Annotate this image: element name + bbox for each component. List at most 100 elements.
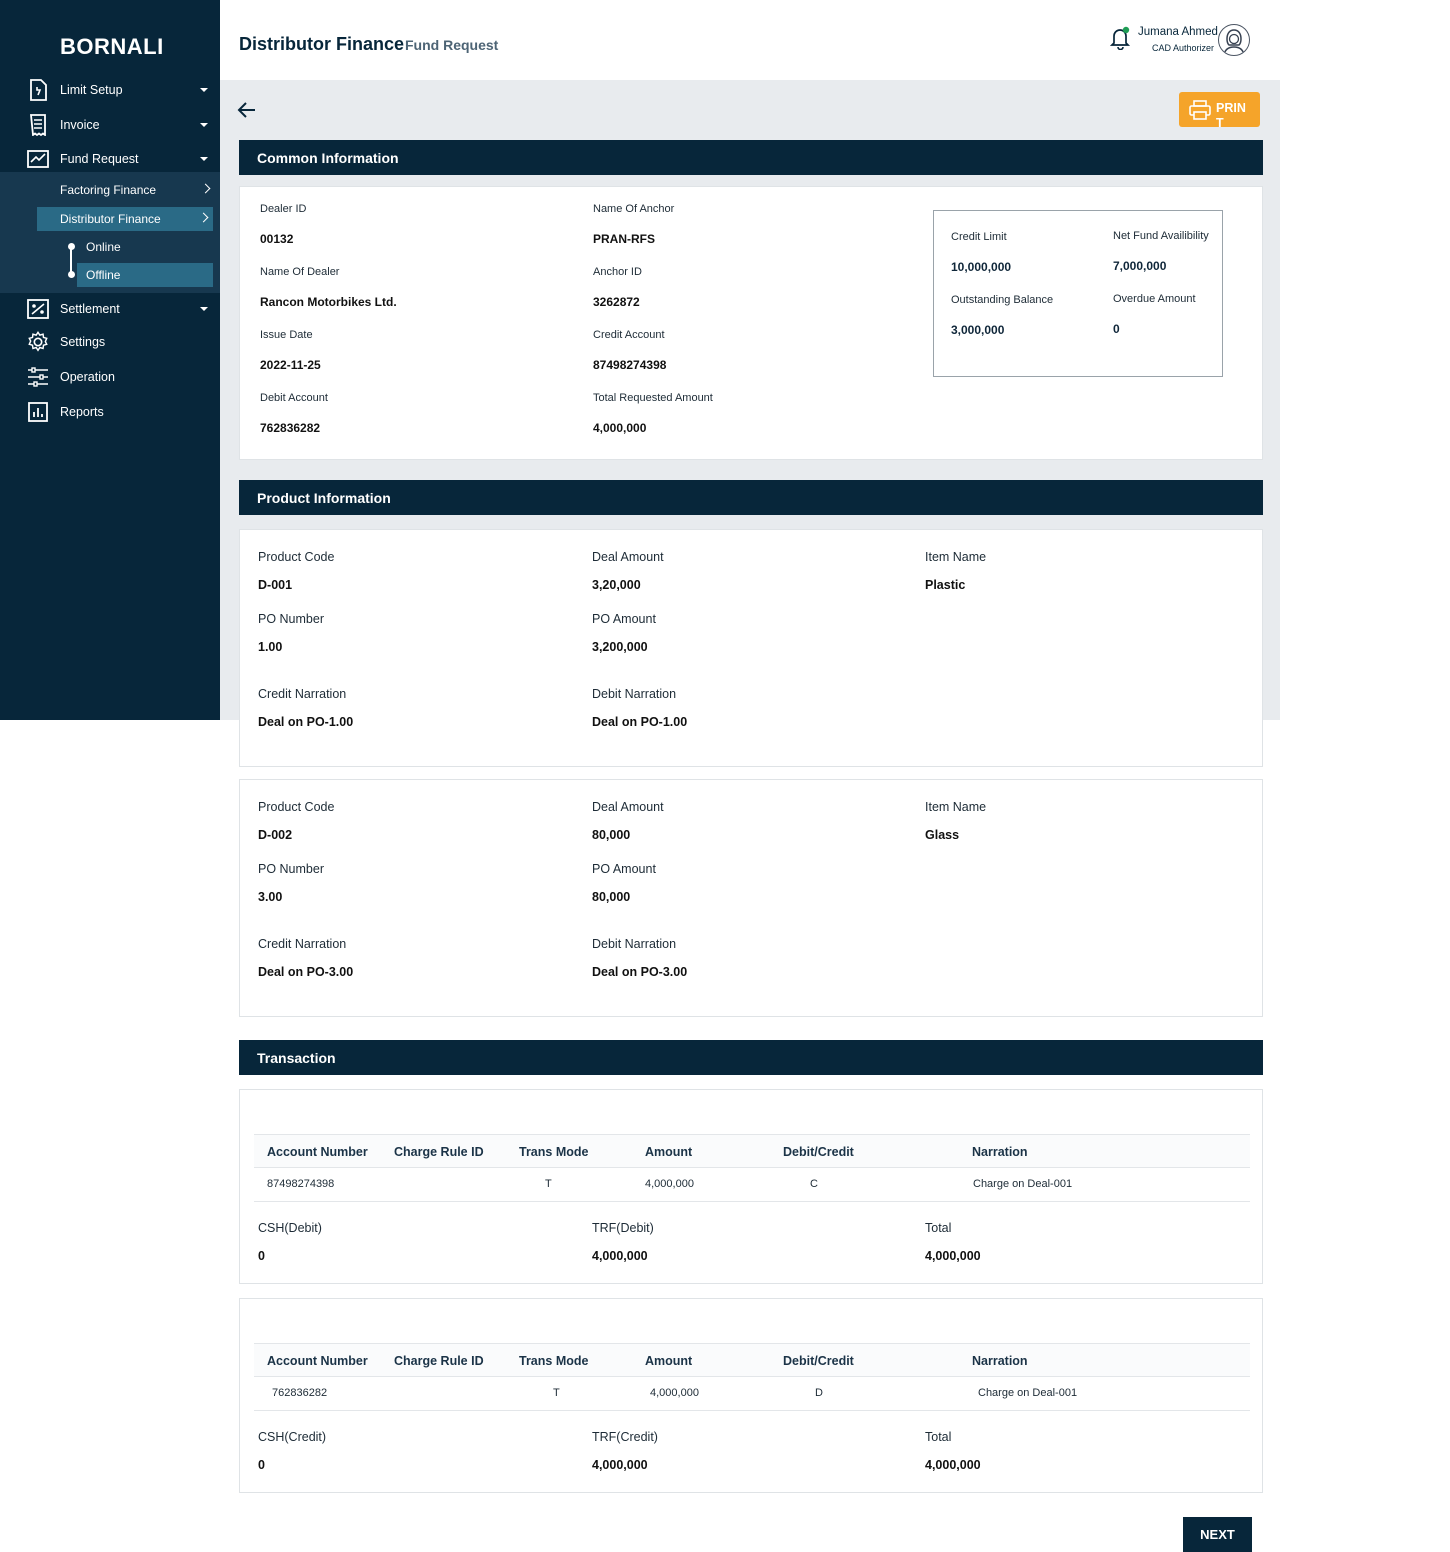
debit-narration-value: Deal on PO-1.00 xyxy=(592,715,688,729)
credit-narration-value: Deal on PO-3.00 xyxy=(258,965,354,979)
sidebar-item-settlement[interactable]: Settlement xyxy=(0,295,220,323)
sidebar-subitem-factoring-finance[interactable]: Factoring Finance xyxy=(60,178,215,202)
sidebar-subitem-online[interactable]: Online xyxy=(86,235,213,259)
common-information-card: Dealer ID 00132 Name Of Anchor PRAN-RFS … xyxy=(239,186,1263,460)
printer-icon xyxy=(1189,100,1211,123)
notification-bell-icon[interactable] xyxy=(1109,26,1132,55)
caret-down-icon xyxy=(200,123,208,127)
sidebar-item-invoice[interactable]: Invoice xyxy=(0,111,220,139)
top-bar: Distributor Finance Fund Request Jumana … xyxy=(220,0,1280,80)
sidebar-item-limit-setup[interactable]: Limit Setup xyxy=(0,76,220,104)
sidebar-item-label: Invoice xyxy=(60,118,100,132)
credit-account-value: 87498274398 xyxy=(593,358,667,372)
caret-down-icon xyxy=(200,88,208,92)
back-arrow-icon[interactable] xyxy=(237,100,257,125)
next-button[interactable]: NEXT xyxy=(1183,1517,1252,1552)
user-name: Jumana Ahmed xyxy=(1138,26,1218,38)
amount-cell: 4,000,000 xyxy=(650,1387,699,1399)
po-amount-value: 3,200,000 xyxy=(592,640,648,654)
product-information-header: Product Information xyxy=(239,480,1263,515)
brand-logo: BORNALI xyxy=(60,34,164,59)
total-requested-amount-value: 4,000,000 xyxy=(593,421,647,435)
column-header: Account Number xyxy=(267,1145,368,1159)
document-icon xyxy=(27,79,49,101)
limit-summary-box: Credit Limit 10,000,000 Net Fund Availib… xyxy=(933,210,1223,377)
receipt-icon xyxy=(27,114,49,136)
chevron-right-icon xyxy=(200,183,211,194)
avatar[interactable] xyxy=(1218,24,1250,56)
trans-mode-cell: T xyxy=(553,1387,560,1399)
product-card: Product Code D-002 Deal Amount 80,000 It… xyxy=(239,779,1263,1017)
deal-amount-value: 3,20,000 xyxy=(592,578,641,592)
field-label: Credit Narration xyxy=(258,937,347,951)
debit-credit-cell: D xyxy=(815,1387,823,1399)
field-label: Anchor ID xyxy=(593,266,642,278)
sliders-icon xyxy=(27,366,49,388)
narration-cell: Charge on Deal-001 xyxy=(978,1387,1078,1399)
summary-value: 4,000,000 xyxy=(592,1458,648,1472)
gear-icon xyxy=(27,331,49,353)
field-label: PO Number xyxy=(258,612,324,626)
amount-cell: 4,000,000 xyxy=(645,1178,694,1190)
column-header: Amount xyxy=(645,1354,693,1368)
table-row: 87498274398 T 4,000,000 C Charge on Deal… xyxy=(254,1168,1250,1202)
chevron-right-icon xyxy=(198,212,209,223)
field-label: PO Amount xyxy=(592,862,656,876)
caret-down-icon xyxy=(200,307,208,311)
limit-label: Outstanding Balance xyxy=(951,294,1054,306)
product-card: Product Code D-001 Deal Amount 3,20,000 … xyxy=(239,529,1263,767)
limit-label: Overdue Amount xyxy=(1113,293,1196,305)
sidebar-item-label: Settings xyxy=(60,335,106,349)
summary-value: 4,000,000 xyxy=(925,1458,981,1472)
transaction-card: Account Number Charge Rule ID Trans Mode… xyxy=(239,1298,1263,1493)
next-button-label: NEXT xyxy=(1200,1527,1235,1542)
limit-label: Net Fund Availibility xyxy=(1113,230,1209,242)
trans-mode-cell: T xyxy=(545,1178,552,1190)
sidebar-item-reports[interactable]: Reports xyxy=(0,398,220,426)
page-title: Distributor Finance xyxy=(239,34,405,54)
overdue-amount-value: 0 xyxy=(1113,322,1120,336)
field-label: Debit Account xyxy=(260,392,328,404)
column-header: Narration xyxy=(972,1354,1028,1368)
product-code-value: D-001 xyxy=(258,578,293,592)
summary-value: 4,000,000 xyxy=(925,1249,981,1263)
print-button[interactable]: PRIN T xyxy=(1179,92,1260,127)
sidebar-subitem-distributor-finance[interactable]: Distributor Finance xyxy=(37,207,213,231)
dealer-id-value: 00132 xyxy=(260,232,294,246)
user-role: CAD Authorizer xyxy=(1152,43,1215,53)
table-header: Account Number Charge Rule ID Trans Mode… xyxy=(254,1343,1250,1377)
item-name-value: Glass xyxy=(925,828,960,842)
po-amount-value: 80,000 xyxy=(592,890,631,904)
anchor-name-value: PRAN-RFS xyxy=(593,232,655,246)
sidebar-item-fund-request[interactable]: Fund Request xyxy=(0,145,220,173)
sidebar: BORNALI Limit Setup Invoice Fund Request… xyxy=(0,0,220,720)
summary-value: 0 xyxy=(258,1249,265,1263)
field-label: Dealer ID xyxy=(260,203,307,215)
field-label: PO Number xyxy=(258,862,324,876)
sidebar-subitem-label: Online xyxy=(86,240,121,254)
percent-icon xyxy=(27,298,49,320)
summary-label: Total xyxy=(925,1430,952,1444)
summary-label: Total xyxy=(925,1221,952,1235)
sidebar-item-operation[interactable]: Operation xyxy=(0,363,220,391)
summary-label: TRF(Debit) xyxy=(592,1221,654,1235)
sidebar-item-label: Reports xyxy=(60,405,104,419)
po-number-value: 1.00 xyxy=(258,640,283,654)
po-number-value: 3.00 xyxy=(258,890,283,904)
sidebar-subitem-label: Distributor Finance xyxy=(60,212,161,226)
field-label: Name Of Anchor xyxy=(593,203,675,215)
common-information-header: Common Information xyxy=(239,140,1263,175)
credit-narration-value: Deal on PO-1.00 xyxy=(258,715,354,729)
column-header: Debit/Credit xyxy=(783,1145,854,1159)
page-subtitle: Fund Request xyxy=(405,37,499,53)
sidebar-subitem-offline[interactable]: Offline xyxy=(77,263,213,287)
column-header: Charge Rule ID xyxy=(394,1145,484,1159)
deal-amount-value: 80,000 xyxy=(592,828,631,842)
column-header: Charge Rule ID xyxy=(394,1354,484,1368)
section-title: Common Information xyxy=(257,149,399,166)
limit-label: Credit Limit xyxy=(951,231,1007,243)
sidebar-item-settings[interactable]: Settings xyxy=(0,328,220,356)
sidebar-item-label: Fund Request xyxy=(60,152,139,166)
product-code-value: D-002 xyxy=(258,828,293,842)
sidebar-subitem-label: Offline xyxy=(86,268,121,282)
